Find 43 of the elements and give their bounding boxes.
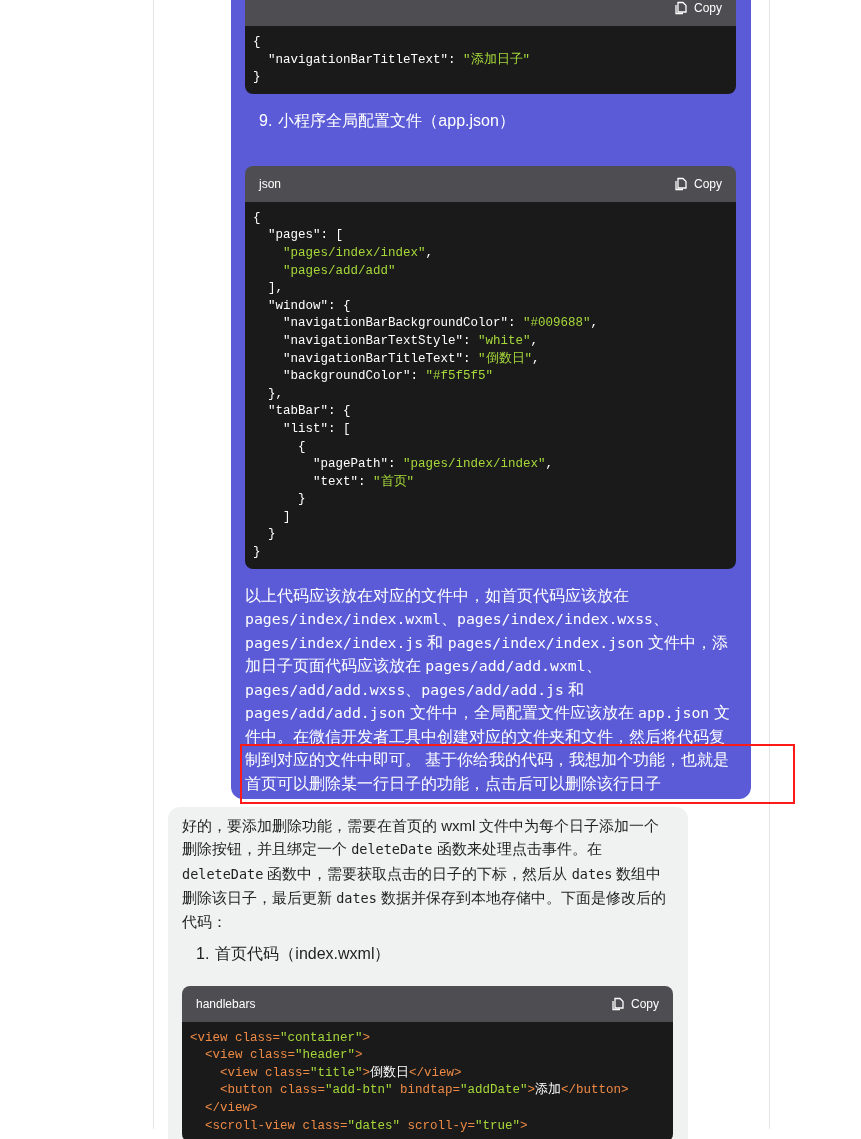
code-line: }	[267, 526, 276, 544]
code-line: }	[297, 491, 306, 509]
code-line: "window": {	[267, 297, 351, 315]
list-number: 9.	[259, 110, 273, 131]
code-line: }	[253, 69, 261, 87]
code-line: "navigationBarTitleText": "倒数日",	[282, 350, 540, 368]
copy-icon	[674, 1, 688, 15]
copy-button[interactable]: Copy	[674, 0, 722, 17]
code-line: "pages/add/add"	[282, 262, 396, 280]
code-line: "pages/index/index",	[282, 244, 434, 262]
list-item-text: 首页代码（index.wxml）	[215, 943, 391, 964]
copy-icon	[611, 996, 625, 1011]
code-line: "navigationBarBackgroundColor": "#009688",	[282, 315, 599, 333]
code-line: <view class="container">	[190, 1029, 371, 1047]
code-line: "pagePath": "pages/index/index",	[312, 456, 554, 474]
copy-button[interactable]: Copy	[611, 994, 659, 1013]
code-line: "backgroundColor": "#f5f5f5"	[282, 368, 494, 386]
code-line: "text": "首页"	[312, 473, 415, 491]
code-line: <view class="header">	[204, 1047, 363, 1065]
message-text: 好的，要添加删除功能，需要在首页的 wxml 文件中为每个日子添加一个删除按钮，并且绑定一个 deleteDate 函数来处理点击事件。在 deleteDate 函数中，需要获取点击的日子的下标，然后从 dates 数组中删除该日子，最后更新 dates 数据并保存到本地存储中。下面是修改后的代码：	[182, 816, 667, 933]
code-line: "navigationBarTextStyle": "white",	[282, 332, 539, 350]
code-line: <button class="add-btn" bindtap="addDate">添加</button>	[219, 1082, 629, 1100]
code-line: "navigationBarTitleText": "添加日子"	[267, 51, 531, 69]
code-line: ]	[282, 508, 291, 526]
code-line: "list": [	[282, 420, 351, 438]
code-line: <view class="title">倒数日</view>	[219, 1064, 462, 1082]
list-number: 1.	[196, 943, 210, 964]
code-line: }	[253, 544, 261, 562]
code-line: {	[253, 34, 261, 51]
code-line: "tabBar": {	[267, 403, 351, 421]
copy-button[interactable]: Copy	[674, 174, 722, 193]
code-line: </view>	[204, 1100, 258, 1117]
copy-icon	[674, 176, 688, 191]
code-line: <scroll-view class="dates" scroll-y="true">	[204, 1117, 528, 1135]
code-line: {	[297, 438, 306, 456]
code-line: "pages": [	[267, 227, 343, 245]
code-language-label: handlebars	[196, 995, 256, 1013]
code-language-label: json	[259, 175, 281, 193]
code-line: {	[253, 209, 261, 227]
code-line: ],	[267, 280, 283, 298]
list-item-text: 小程序全局配置文件（app.json）	[278, 110, 515, 131]
message-text: 以上代码应该放在对应的文件中，如首页代码应该放在 pages/index/index.wxml、pages/index/index.wxss、 pages/index/index.js 和 pages/index/index.json 文件中，添加日子页面代码应该放在 pages/add/add.wxml、 pages/add/add.wxss、pages/add/add.js 和 pages/add/add.json 文件中，全局配置文件应该放在 app.json 文件中。在微信开发者工具中创建对应的文件夹和文件，然后将代码复制到对应的文件中即可。 基于你给我的代码，我想加个功能，也就是首页可以删除某一行日子的功能，点击后可以删除该行日子	[245, 585, 731, 794]
code-line: },	[267, 385, 283, 403]
